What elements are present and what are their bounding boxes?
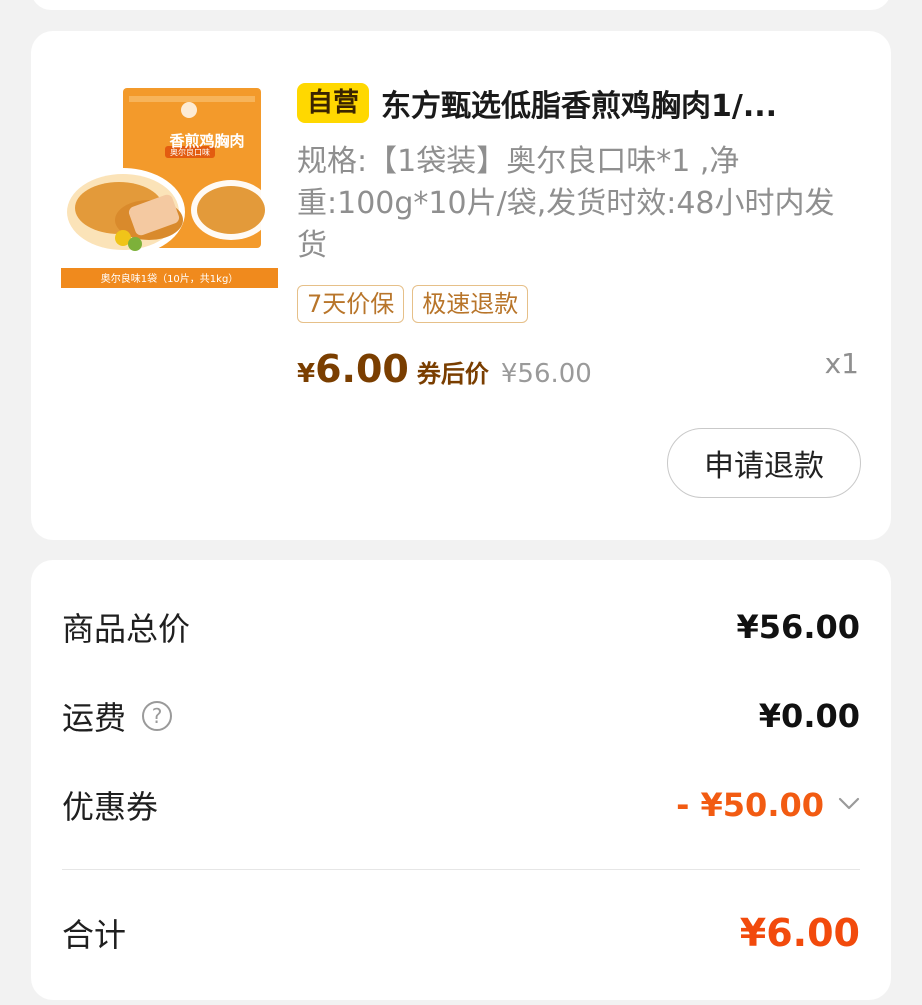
original-price: ¥56.00 [500,359,592,389]
previous-card [31,0,891,10]
summary-divider [62,869,860,870]
product-title: 东方甄选低脂香煎鸡胸肉1/... [381,89,778,124]
total-row: 合计 ¥6.00 [62,908,860,958]
total-value: ¥6.00 [739,911,860,955]
product-spec: 规格:【1袋装】奥尔良口味*1 ,净重:100g*10片/袋,发货时效:48小时… [297,144,835,263]
tag-price-protect: 7天价保 [297,285,405,323]
coupon-label: 优惠券 [62,788,159,826]
total-label: 合计 [62,916,127,954]
shipping-value: ¥0.00 [758,697,860,735]
product-title-row[interactable]: 自营 东方甄选低脂香煎鸡胸肉1/... [297,81,861,125]
package-banner: 奥尔良味1袋（10片，共1kg） [100,274,239,285]
order-summary-card: 商品总价 ¥56.00 运费 ? ¥0.00 优惠券 - ¥50.00 合计 ¥… [31,560,891,1000]
shipping-row: 运费 ? ¥0.00 [62,691,860,741]
goods-total-label: 商品总价 [62,610,191,648]
price-row: ¥ 6.00 券后价 ¥56.00 [297,347,592,391]
coupon-value: - ¥50.00 [676,786,824,824]
help-circle-icon[interactable]: ? [142,701,173,731]
price-after-coupon-label: 券后价 [416,360,489,388]
product-card: 香煎鸡胸肉 奥尔良口味 奥尔良味1袋（10片，共1kg） 自营 东方甄选低脂香煎… [31,31,891,540]
service-tags: 7天价保 极速退款 [297,285,529,323]
apply-refund-button[interactable]: 申请退款 [667,428,861,498]
tag-fast-refund: 极速退款 [412,285,529,323]
shipping-label: 运费 [62,699,127,737]
package-subtitle: 奥尔良口味 [170,148,210,157]
product-image[interactable]: 香煎鸡胸肉 奥尔良口味 奥尔良味1袋（10片，共1kg） [61,88,278,288]
coupon-row[interactable]: 优惠券 - ¥50.00 [62,780,860,830]
quantity: x1 [824,347,859,380]
price-currency: ¥ [297,359,316,389]
chevron-down-icon[interactable] [838,796,860,815]
goods-total-row: 商品总价 ¥56.00 [62,602,860,652]
self-operated-badge: 自营 [297,83,370,123]
product-package-image [61,88,278,288]
price-value: 6.00 [315,347,409,391]
goods-total-value: ¥56.00 [736,608,860,646]
